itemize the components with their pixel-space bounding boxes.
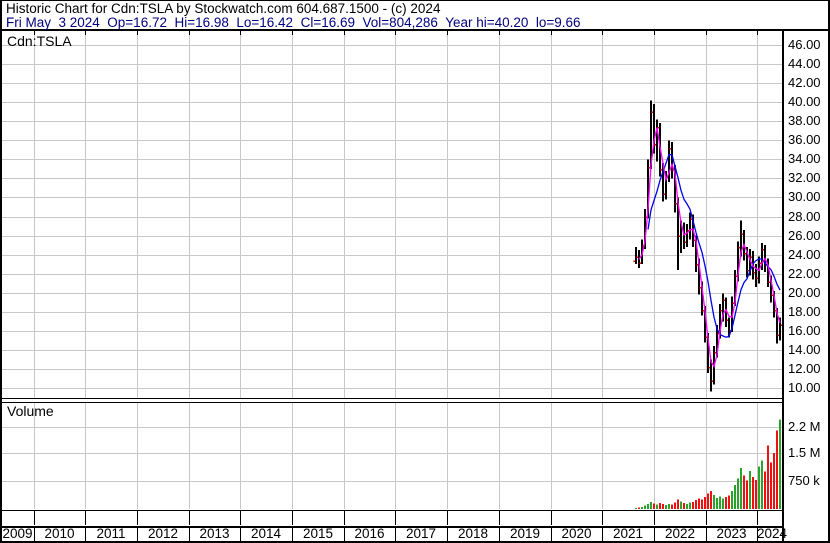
price-axis-label: 18.00 — [788, 304, 821, 319]
year-label: 2018 — [457, 526, 489, 541]
price-axis-label: 40.00 — [788, 94, 821, 109]
price-axis-label: 30.00 — [788, 189, 821, 204]
year-label: 2009 — [2, 526, 33, 541]
year-label: 2010 — [44, 526, 75, 541]
price-axis-label: 16.00 — [788, 323, 821, 338]
price-axis-label: 34.00 — [788, 151, 821, 166]
year-label: 2023 — [716, 526, 747, 541]
year-label: 2011 — [96, 526, 126, 541]
year-label: 2021 — [612, 526, 644, 541]
price-axis-label: 42.00 — [788, 75, 821, 90]
year-label: 2022 — [664, 526, 696, 541]
year-label: 2024 — [757, 526, 788, 541]
price-axis-label: 38.00 — [788, 113, 821, 128]
year-label: 2020 — [561, 526, 592, 541]
chart-title: Historic Chart for Cdn:TSLA by Stockwatc… — [6, 1, 441, 16]
price-axis-label: 28.00 — [788, 209, 821, 224]
price-axis-label: 46.00 — [788, 37, 821, 52]
year-label: 2013 — [199, 526, 230, 541]
volume-pane-label: Volume — [7, 403, 54, 419]
year-label: 2012 — [147, 526, 179, 541]
chart-quote-line: Fri May 3 2024 Op=16.72 Hi=16.98 Lo=16.4… — [6, 15, 581, 30]
year-label: 2014 — [250, 526, 282, 541]
price-axis-label: 14.00 — [788, 342, 821, 357]
symbol-label: Cdn:TSLA — [7, 33, 72, 49]
price-axis-label: 22.00 — [788, 266, 821, 281]
price-axis-label: 26.00 — [788, 228, 821, 243]
price-axis-label: 24.00 — [788, 247, 821, 262]
year-label: 2015 — [302, 526, 334, 541]
chart-canvas — [0, 0, 830, 543]
volume-axis-label: 750 k — [788, 473, 820, 488]
year-label: 2016 — [354, 526, 385, 541]
price-axis-label: 10.00 — [788, 380, 821, 395]
price-axis-label: 32.00 — [788, 170, 821, 185]
volume-axis-label: 2.2 M — [788, 419, 821, 434]
year-label: 2019 — [509, 526, 541, 541]
price-axis-label: 20.00 — [788, 285, 821, 300]
stock-chart-screen: Historic Chart for Cdn:TSLA by Stockwatc… — [0, 0, 830, 543]
price-axis-label: 44.00 — [788, 56, 821, 71]
year-label: 2017 — [405, 526, 437, 541]
price-axis-label: 12.00 — [788, 361, 821, 376]
volume-axis-label: 1.5 M — [788, 445, 821, 460]
price-axis-label: 36.00 — [788, 132, 821, 147]
